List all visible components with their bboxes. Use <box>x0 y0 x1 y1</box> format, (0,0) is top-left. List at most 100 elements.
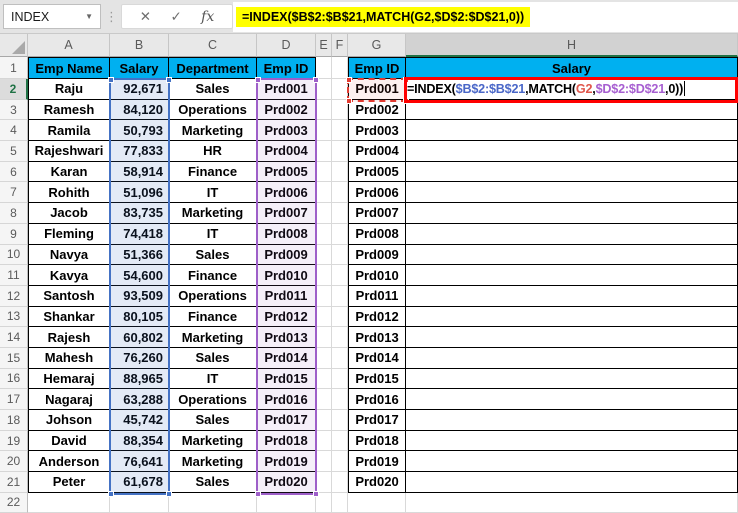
cell-G16[interactable]: Prd015 <box>348 368 406 390</box>
cell-B20[interactable]: 76,641 <box>110 451 169 473</box>
cell-G1[interactable]: Emp ID <box>348 57 406 79</box>
row-header-19[interactable]: 19 <box>0 430 28 452</box>
cell-B13[interactable]: 80,105 <box>110 306 169 328</box>
cell-F5[interactable] <box>332 141 348 162</box>
cell-G20[interactable]: Prd019 <box>348 451 406 473</box>
cell-A20[interactable]: Anderson <box>28 451 110 473</box>
cell-G7[interactable]: Prd006 <box>348 182 406 204</box>
cell-B11[interactable]: 54,600 <box>110 265 169 286</box>
cell-E6[interactable] <box>316 161 332 183</box>
cell-E4[interactable] <box>316 120 332 142</box>
cell-E16[interactable] <box>316 368 332 390</box>
cell-H9[interactable] <box>406 223 738 245</box>
cell-G12[interactable]: Prd011 <box>348 285 406 307</box>
cell-E14[interactable] <box>316 327 332 348</box>
row-header-2[interactable]: 2 <box>0 79 28 100</box>
cell-H12[interactable] <box>406 285 738 307</box>
row-header-14[interactable]: 14 <box>0 327 28 348</box>
cell-G17[interactable]: Prd016 <box>348 389 406 410</box>
cell-B17[interactable]: 63,288 <box>110 389 169 410</box>
cell-C1[interactable]: Department <box>169 57 257 79</box>
cell-B9[interactable]: 74,418 <box>110 223 169 245</box>
cell-F14[interactable] <box>332 327 348 348</box>
cell-C9[interactable]: IT <box>169 223 257 245</box>
row-header-7[interactable]: 7 <box>0 182 28 204</box>
cell-B2[interactable]: 92,671 <box>110 79 169 100</box>
cell-E5[interactable] <box>316 141 332 162</box>
column-header-C[interactable]: C <box>169 34 257 57</box>
row-header-3[interactable]: 3 <box>0 99 28 121</box>
cell-G15[interactable]: Prd014 <box>348 347 406 369</box>
cell-C4[interactable]: Marketing <box>169 120 257 142</box>
cell-H3[interactable] <box>406 99 738 121</box>
column-header-G[interactable]: G <box>348 34 406 57</box>
cell-F18[interactable] <box>332 410 348 431</box>
cell-B4[interactable]: 50,793 <box>110 120 169 142</box>
cell-C8[interactable]: Marketing <box>169 203 257 224</box>
cell-D12[interactable]: Prd011 <box>257 285 316 307</box>
cell-A5[interactable]: Rajeshwari <box>28 141 110 162</box>
cell-C12[interactable]: Operations <box>169 285 257 307</box>
cell-A17[interactable]: Nagaraj <box>28 389 110 410</box>
cell-F10[interactable] <box>332 244 348 266</box>
row-header-11[interactable]: 11 <box>0 265 28 286</box>
cell-D18[interactable]: Prd017 <box>257 410 316 431</box>
cell-F2[interactable] <box>332 79 348 100</box>
name-box-dropdown-icon[interactable]: ▼ <box>85 12 93 21</box>
cell-B5[interactable]: 77,833 <box>110 141 169 162</box>
cell-C19[interactable]: Marketing <box>169 430 257 452</box>
cell-B10[interactable]: 51,366 <box>110 244 169 266</box>
cell-F6[interactable] <box>332 161 348 183</box>
cell-D8[interactable]: Prd007 <box>257 203 316 224</box>
cell-H18[interactable] <box>406 410 738 431</box>
cell-D3[interactable]: Prd002 <box>257 99 316 121</box>
cell-A22[interactable] <box>28 492 110 513</box>
cell-E7[interactable] <box>316 182 332 204</box>
cell-B6[interactable]: 58,914 <box>110 161 169 183</box>
cell-E11[interactable] <box>316 265 332 286</box>
cell-A8[interactable]: Jacob <box>28 203 110 224</box>
column-header-H[interactable]: H <box>406 34 738 57</box>
name-box[interactable]: INDEX ▼ <box>3 4 101 29</box>
cell-A6[interactable]: Karan <box>28 161 110 183</box>
cell-B18[interactable]: 45,742 <box>110 410 169 431</box>
row-header-4[interactable]: 4 <box>0 120 28 142</box>
cell-F20[interactable] <box>332 451 348 473</box>
row-header-17[interactable]: 17 <box>0 389 28 410</box>
cell-C14[interactable]: Marketing <box>169 327 257 348</box>
insert-function-icon[interactable]: fx <box>201 10 214 24</box>
row-header-1[interactable]: 1 <box>0 57 28 79</box>
cell-B12[interactable]: 93,509 <box>110 285 169 307</box>
column-header-A[interactable]: A <box>28 34 110 57</box>
cell-D9[interactable]: Prd008 <box>257 223 316 245</box>
cell-D1[interactable]: Emp ID <box>257 57 316 79</box>
cell-G14[interactable]: Prd013 <box>348 327 406 348</box>
cell-E3[interactable] <box>316 99 332 121</box>
cell-C15[interactable]: Sales <box>169 347 257 369</box>
cell-E21[interactable] <box>316 472 332 493</box>
cell-G18[interactable]: Prd017 <box>348 410 406 431</box>
row-header-13[interactable]: 13 <box>0 306 28 328</box>
cell-D5[interactable]: Prd004 <box>257 141 316 162</box>
cell-F8[interactable] <box>332 203 348 224</box>
cell-B7[interactable]: 51,096 <box>110 182 169 204</box>
cell-C22[interactable] <box>169 492 257 513</box>
cell-A10[interactable]: Navya <box>28 244 110 266</box>
cell-H2[interactable]: =INDEX($B$2:$B$21 ,MATCH(G2, $D$2:$D$21,0)… <box>406 79 738 100</box>
row-header-15[interactable]: 15 <box>0 347 28 369</box>
row-header-9[interactable]: 9 <box>0 223 28 245</box>
cell-B22[interactable] <box>110 492 169 513</box>
cell-E2[interactable] <box>316 79 332 100</box>
cell-D15[interactable]: Prd014 <box>257 347 316 369</box>
cell-C2[interactable]: Sales <box>169 79 257 100</box>
formula-bar[interactable]: =INDEX($B$2:$B$21,MATCH(G2,$D$2:$D$21,0)… <box>233 2 738 32</box>
cell-F21[interactable] <box>332 472 348 493</box>
row-header-12[interactable]: 12 <box>0 285 28 307</box>
cell-A4[interactable]: Ramila <box>28 120 110 142</box>
cell-E9[interactable] <box>316 223 332 245</box>
cell-D17[interactable]: Prd016 <box>257 389 316 410</box>
cell-F17[interactable] <box>332 389 348 410</box>
cell-D14[interactable]: Prd013 <box>257 327 316 348</box>
cell-D19[interactable]: Prd018 <box>257 430 316 452</box>
cell-E20[interactable] <box>316 451 332 473</box>
